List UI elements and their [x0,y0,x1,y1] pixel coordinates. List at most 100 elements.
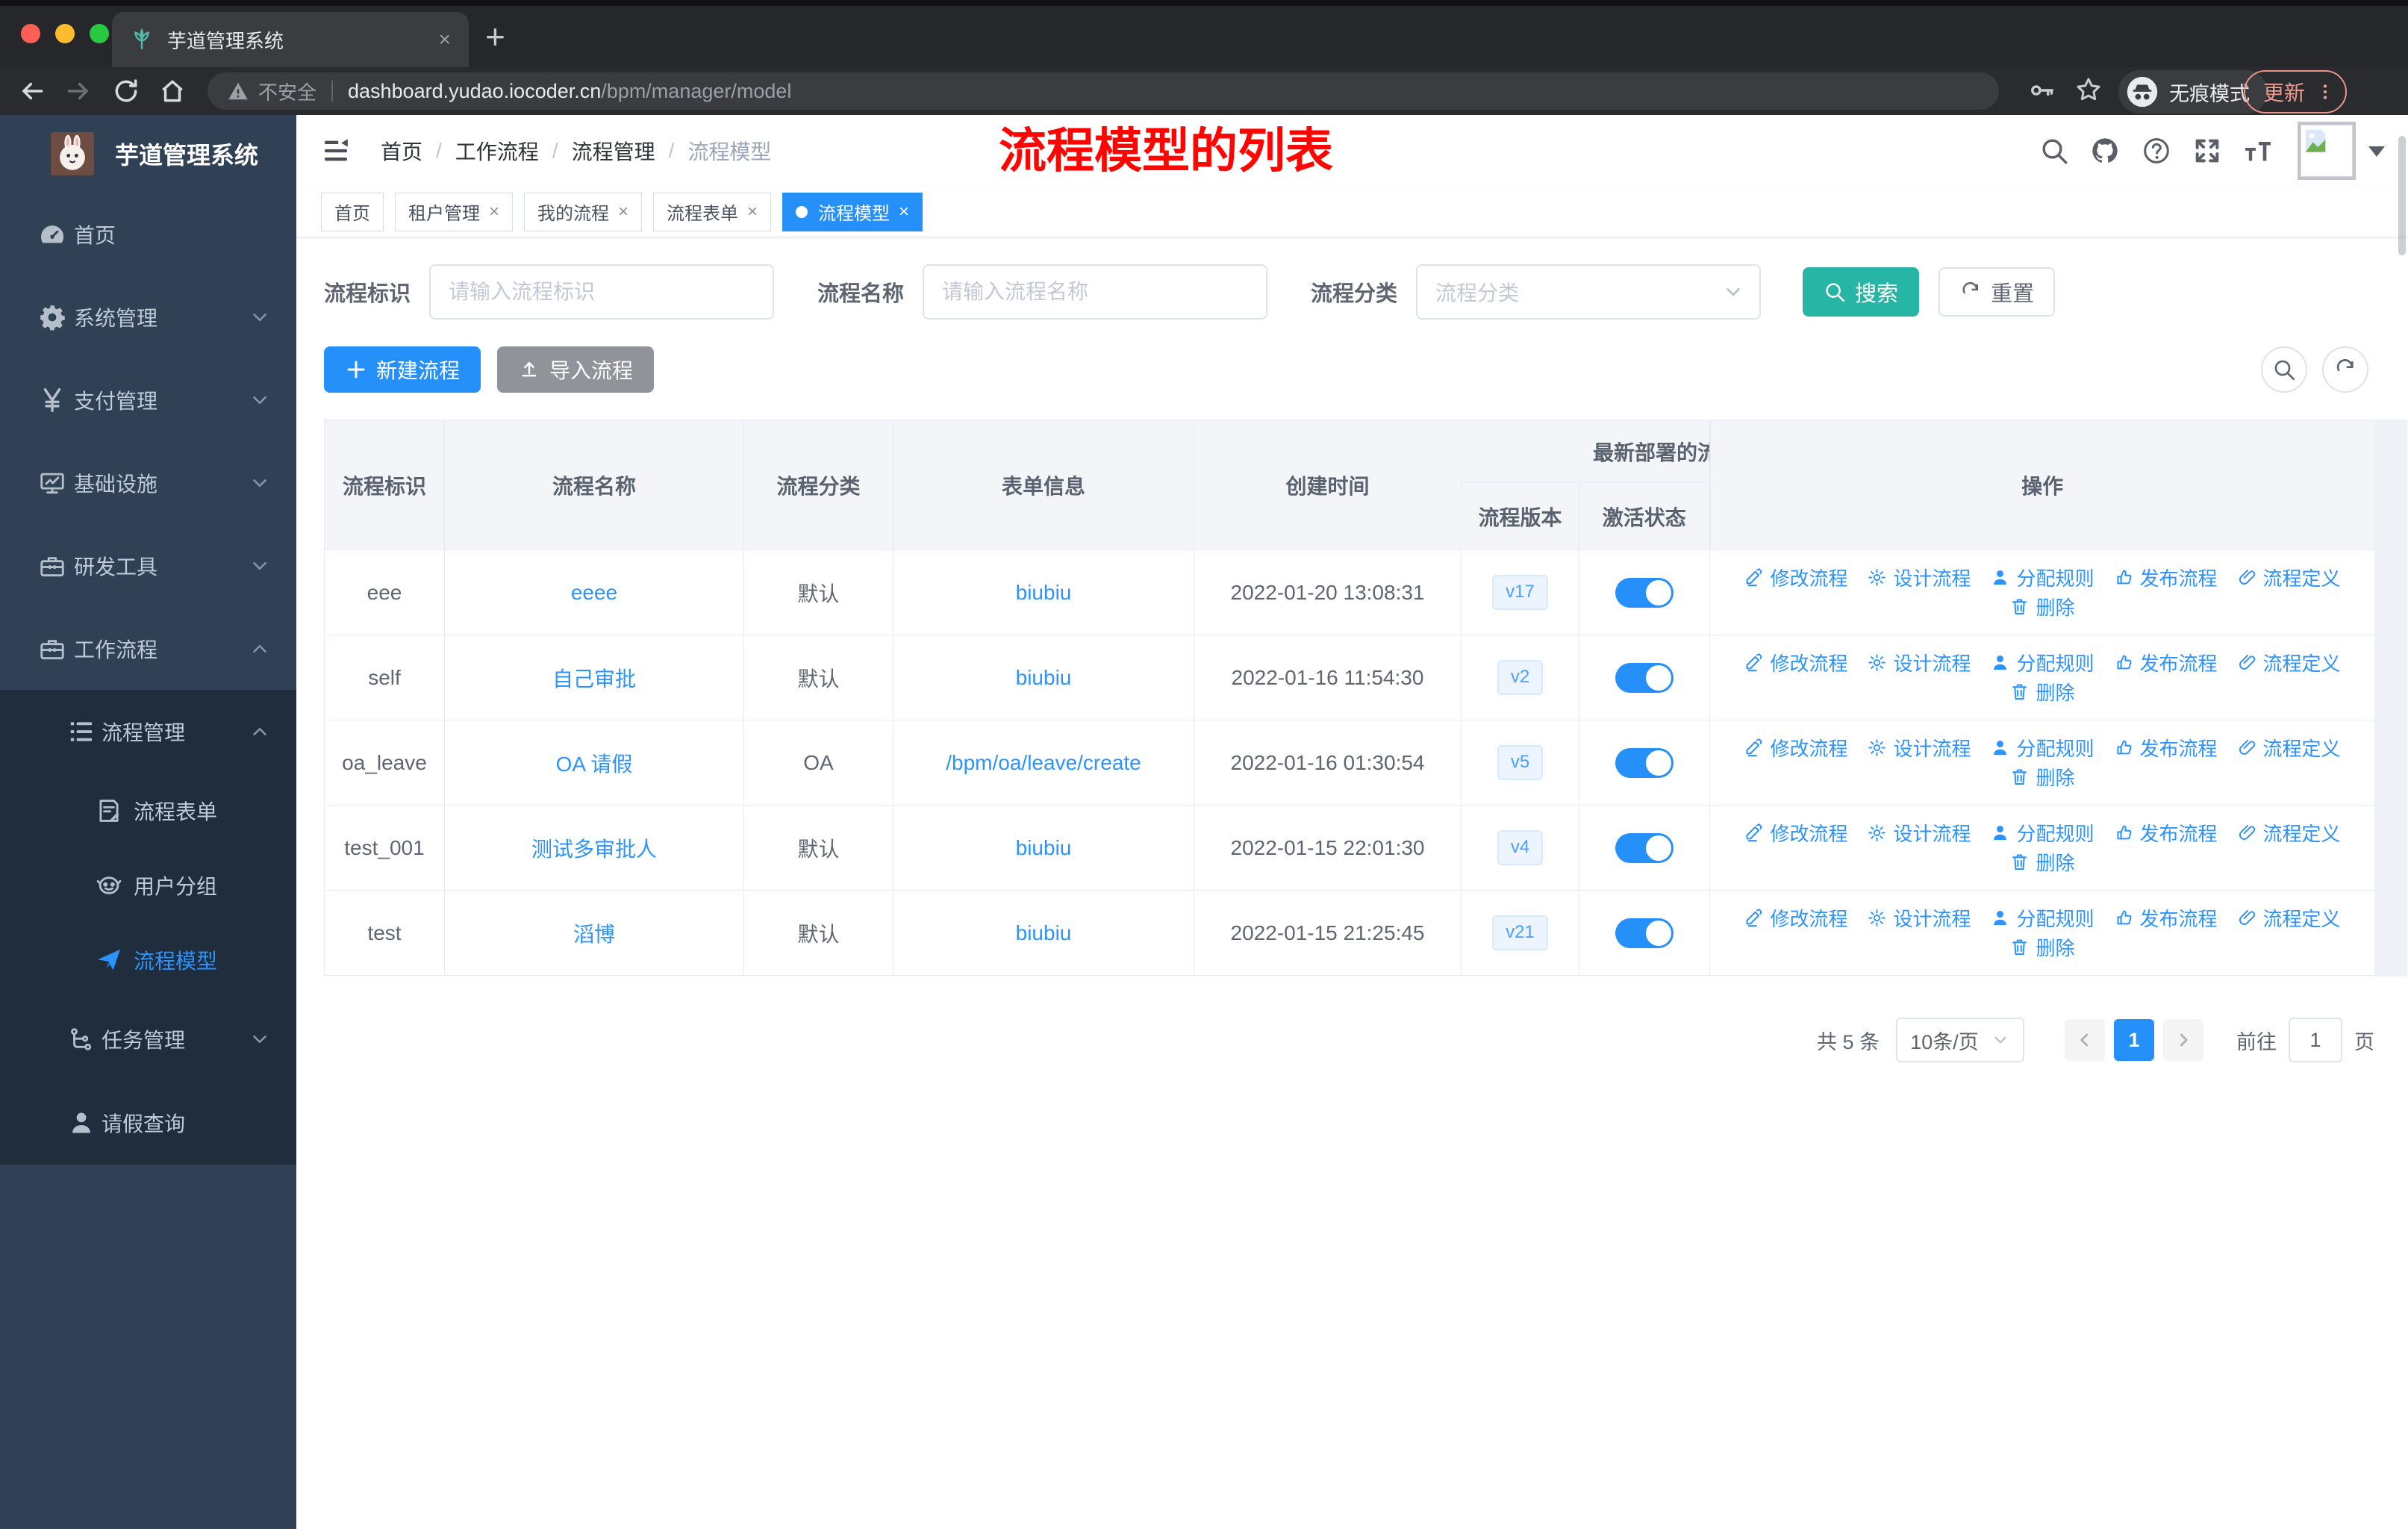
import-process-button[interactable]: 导入流程 [497,346,655,393]
help-icon[interactable] [2142,136,2171,166]
action-assign-user[interactable]: 分配规则 [1990,904,2094,932]
window-close-button[interactable] [21,24,40,43]
caret-down-icon[interactable] [2368,146,2385,157]
page-number-button[interactable]: 1 [2114,1019,2154,1061]
breadcrumb-item[interactable]: 工作流程 [455,136,539,166]
url-bar[interactable]: 不安全 dashboard.yudao.iocoder.cn /bpm/mana… [208,72,1999,110]
tag-close-icon[interactable]: × [618,202,628,221]
breadcrumb-item[interactable]: 首页 [381,136,422,166]
sidebar-item-leave-query[interactable]: 请假查询 [0,1081,296,1165]
process-name-link[interactable]: eeee [571,581,617,604]
action-design[interactable]: 设计流程 [1867,734,1971,762]
action-definition[interactable]: 流程定义 [2237,904,2341,932]
github-icon[interactable] [2090,136,2120,166]
next-page-button[interactable] [2163,1019,2203,1061]
action-delete[interactable]: 删除 [2009,848,2075,876]
form-info-link[interactable]: /bpm/oa/leave/create [946,751,1141,774]
home-icon[interactable] [158,77,187,105]
active-toggle[interactable] [1615,577,1674,608]
process-name-link[interactable]: 测试多审批人 [531,838,657,861]
create-process-button[interactable]: 新建流程 [324,346,481,393]
sidebar-item-task-management[interactable]: 任务管理 [0,997,296,1081]
tag-close-icon[interactable]: × [489,202,499,221]
page-size-select[interactable]: 10条/页 [1896,1018,2024,1062]
action-delete[interactable]: 删除 [2009,593,2075,620]
form-info-link[interactable]: biubiu [1016,836,1072,859]
tag-home[interactable]: 首页 [321,192,384,231]
action-definition[interactable]: 流程定义 [2237,819,2341,847]
action-design[interactable]: 设计流程 [1867,904,1971,932]
action-assign-user[interactable]: 分配规则 [1990,734,2094,762]
action-design[interactable]: 设计流程 [1867,819,1971,847]
process-id-input[interactable] [429,264,775,320]
chrome-update-button[interactable]: 更新 [2244,70,2348,113]
action-design[interactable]: 设计流程 [1867,649,1971,676]
sidebar-item-devtools[interactable]: 研发工具 [0,524,296,607]
action-definition[interactable]: 流程定义 [2237,649,2341,676]
action-definition[interactable]: 流程定义 [2237,564,2341,591]
back-icon[interactable] [18,77,46,105]
forward-icon[interactable] [64,77,93,105]
search-icon[interactable] [2039,136,2069,166]
active-toggle[interactable] [1615,832,1674,863]
tag-process-form[interactable]: 流程表单 × [653,192,772,231]
bookmark-star-icon[interactable] [2074,75,2103,105]
active-toggle[interactable] [1615,918,1674,948]
action-assign-user[interactable]: 分配规则 [1990,819,2094,847]
password-key-icon[interactable] [2027,76,2056,105]
tab-close-icon[interactable]: × [439,28,451,52]
sidebar-logo[interactable]: 芋道管理系统 [0,115,296,193]
tag-tenant[interactable]: 租户管理 × [395,192,514,231]
sidebar-item-infrastructure[interactable]: 基础设施 [0,441,296,524]
sidebar-item-user-group[interactable]: 用户分组 [0,848,296,923]
action-delete[interactable]: 删除 [2009,763,2075,791]
reload-icon[interactable] [112,77,140,105]
action-publish[interactable]: 发布流程 [2114,649,2218,676]
action-edit[interactable]: 修改流程 [1744,649,1847,676]
browser-menu-dots-icon[interactable] [2315,82,2335,102]
action-publish[interactable]: 发布流程 [2114,564,2218,591]
goto-page-input[interactable] [2289,1018,2342,1062]
action-publish[interactable]: 发布流程 [2114,734,2218,762]
font-size-icon[interactable] [2243,136,2273,166]
sidebar-item-process-model[interactable]: 流程模型 [0,923,296,997]
action-design[interactable]: 设计流程 [1867,564,1971,591]
breadcrumb-item[interactable]: 流程管理 [572,136,655,166]
action-publish[interactable]: 发布流程 [2114,904,2218,932]
sidebar-item-process-management[interactable]: 流程管理 [0,690,296,773]
window-zoom-button[interactable] [90,24,109,43]
action-edit[interactable]: 修改流程 [1744,734,1847,762]
form-info-link[interactable]: biubiu [1016,921,1072,944]
action-assign-user[interactable]: 分配规则 [1990,649,2094,676]
prev-page-button[interactable] [2065,1019,2105,1061]
search-button[interactable]: 搜索 [1803,267,1920,317]
browser-tab[interactable]: 芋道管理系统 × [112,12,469,67]
action-edit[interactable]: 修改流程 [1744,564,1847,591]
action-edit[interactable]: 修改流程 [1744,819,1847,847]
action-edit[interactable]: 修改流程 [1744,904,1847,932]
sidebar-item-payment[interactable]: 支付管理 [0,358,296,441]
action-assign-user[interactable]: 分配规则 [1990,564,2094,591]
sidebar-item-home[interactable]: 首页 [0,193,296,275]
scrollbar-thumb[interactable] [2398,136,2406,255]
sidebar-item-process-form[interactable]: 流程表单 [0,773,296,848]
form-info-link[interactable]: biubiu [1016,666,1072,689]
tag-process-model[interactable]: 流程模型 × [782,192,923,231]
action-publish[interactable]: 发布流程 [2114,819,2218,847]
sidebar-item-system[interactable]: 系统管理 [0,275,296,358]
tag-close-icon[interactable]: × [747,202,758,221]
hamburger-icon[interactable] [321,136,351,166]
sidebar-item-workflow[interactable]: 工作流程 [0,607,296,690]
tag-my-process[interactable]: 我的流程 × [524,192,643,231]
form-info-link[interactable]: biubiu [1016,581,1072,604]
active-toggle[interactable] [1615,662,1674,693]
refresh-table-button[interactable] [2322,346,2368,393]
window-minimize-button[interactable] [55,24,75,43]
process-name-input[interactable] [923,264,1268,320]
action-delete[interactable]: 删除 [2009,678,2075,706]
process-name-link[interactable]: OA 请假 [556,753,633,776]
new-tab-button[interactable]: + [485,16,505,57]
tag-close-icon[interactable]: × [899,202,909,221]
process-name-link[interactable]: 自己审批 [552,667,636,691]
active-toggle[interactable] [1615,747,1674,778]
